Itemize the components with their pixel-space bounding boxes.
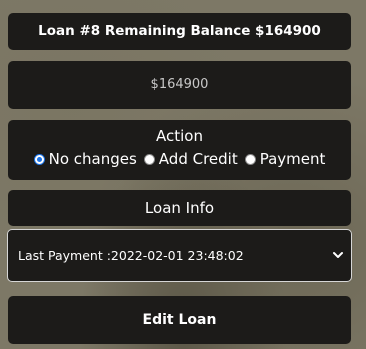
action-radio-group: No changes Add Credit Payment [8,150,351,168]
loan-title-header: Loan #8 Remaining Balance $164900 [8,13,351,50]
radio-payment-label: Payment [259,150,326,168]
action-section: Action No changes Add Credit Payment [8,120,351,180]
radio-no-changes-label: No changes [48,150,137,168]
loan-info-select[interactable]: Last Payment :2022-02-01 23:48:02 [7,229,352,282]
radio-payment[interactable]: Payment [244,150,326,168]
loan-info-selected-value: Last Payment :2022-02-01 23:48:02 [18,248,244,263]
chevron-down-icon [333,252,343,258]
radio-no-changes[interactable]: No changes [33,150,137,168]
radio-add-credit-circle[interactable] [143,153,155,165]
action-label: Action [156,127,203,145]
radio-add-credit-label: Add Credit [158,150,238,168]
radio-payment-circle[interactable] [244,153,256,165]
loan-info-label: Loan Info [8,190,351,226]
radio-no-changes-circle[interactable] [33,153,45,165]
radio-add-credit[interactable]: Add Credit [143,150,238,168]
balance-amount-field[interactable]: $164900 [8,61,351,109]
edit-loan-button[interactable]: Edit Loan [8,296,351,344]
